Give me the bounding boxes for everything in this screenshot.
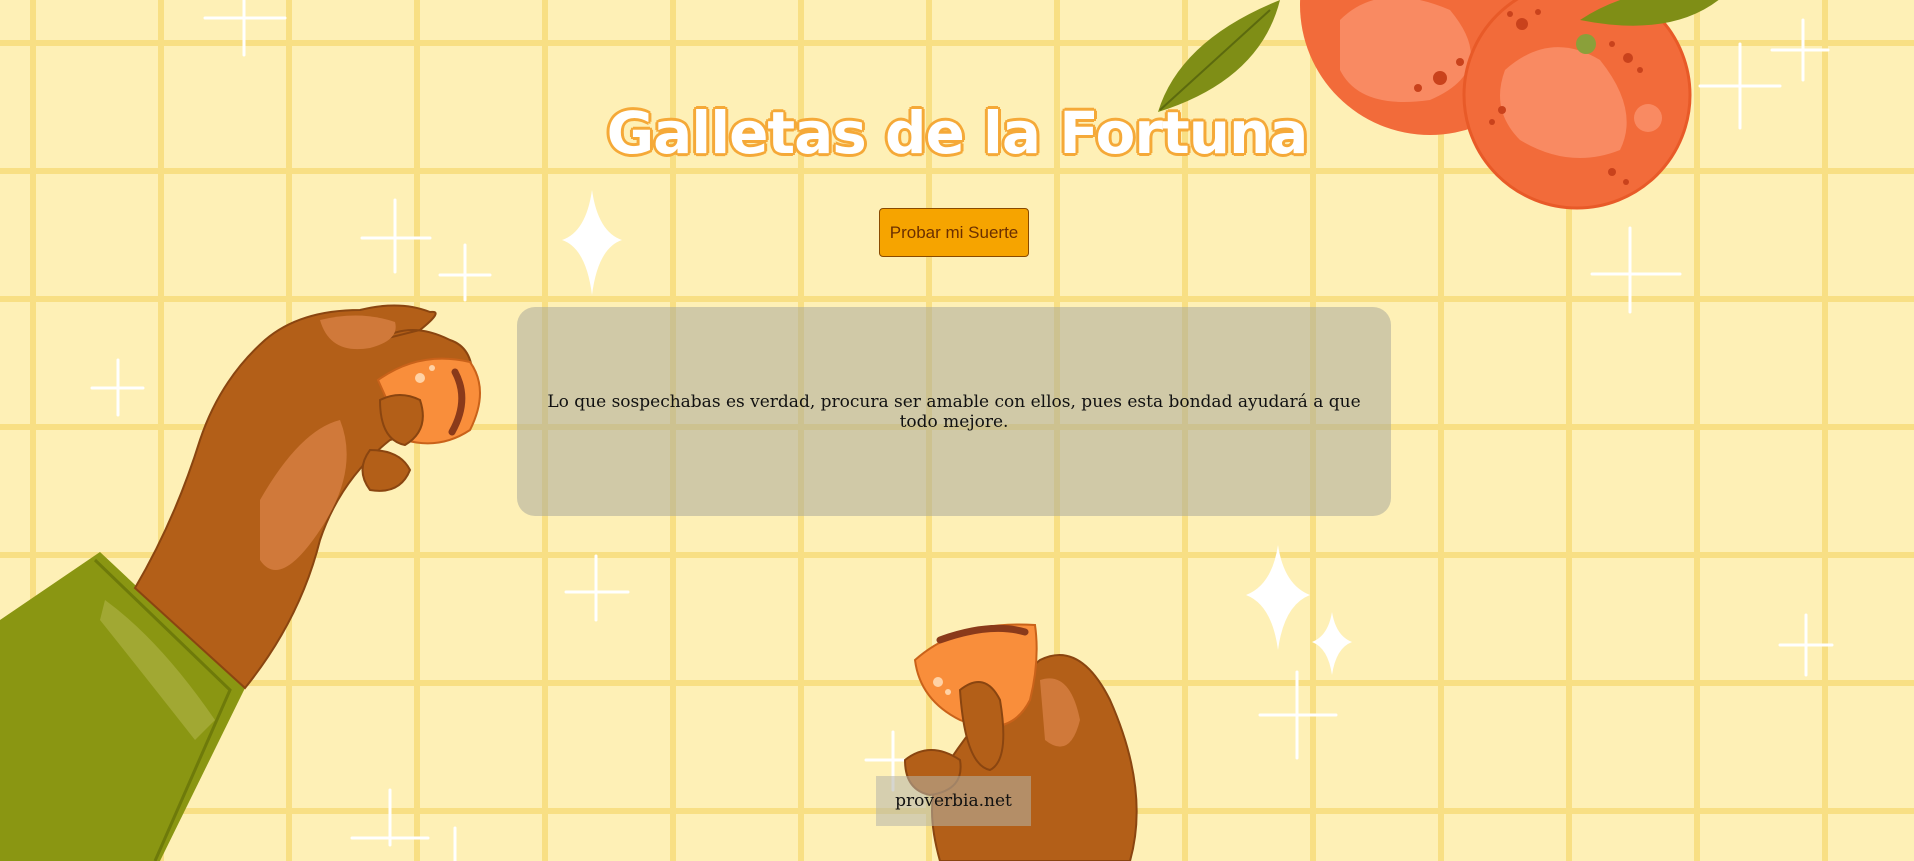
fortune-message: Lo que sospechabas es verdad, procura se… (547, 391, 1361, 432)
try-luck-button[interactable]: Probar mi Suerte (879, 208, 1029, 257)
footer-credit-link[interactable]: proverbia.net (895, 791, 1012, 811)
fortune-panel: Lo que sospechabas es verdad, procura se… (517, 307, 1391, 516)
page-title: Galletas de la Fortuna (606, 99, 1309, 167)
footer: proverbia.net (876, 776, 1031, 826)
